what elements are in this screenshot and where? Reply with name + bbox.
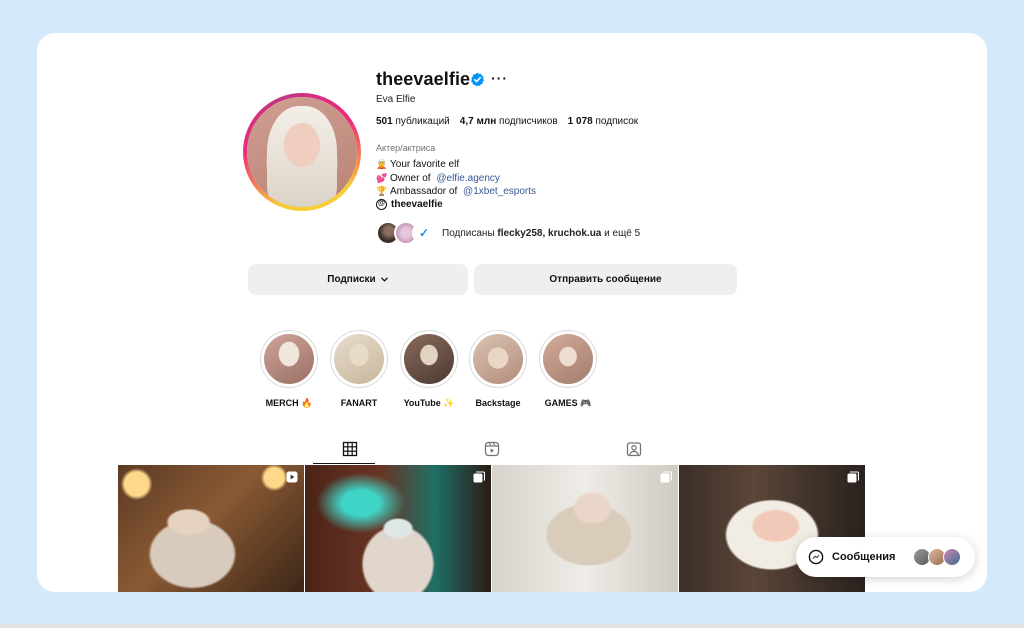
carousel-icon: [847, 471, 859, 483]
post-thumbnail[interactable]: [305, 465, 491, 592]
reel-icon: [286, 471, 298, 483]
tagged-icon[interactable]: [626, 441, 642, 457]
highlight-cover: [334, 334, 384, 384]
profile-stats: 501 публикаций 4,7 млн подписчиков 1 078…: [376, 116, 638, 127]
trophy-icon: 🏆: [376, 186, 388, 196]
highlight-games[interactable]: GAMES 🎮: [538, 330, 598, 409]
carousel-icon: [660, 471, 672, 483]
chat-avatar: [943, 548, 961, 566]
followed-by[interactable]: ✓ Подписаны flecky258, kruchok.ua и ещё …: [376, 221, 640, 245]
threads-link[interactable]: @ theevaelfie: [376, 199, 443, 210]
verified-badge-icon: [471, 72, 485, 87]
active-tab-indicator: [313, 463, 375, 464]
profile-username: theevaelfie: [376, 69, 471, 89]
highlight-backstage[interactable]: Backstage: [468, 330, 528, 408]
bottom-border: [0, 624, 1024, 628]
highlight-cover: [404, 334, 454, 384]
followers-count[interactable]: 4,7 млн подписчиков: [460, 116, 558, 127]
highlight-youtube[interactable]: YouTube ✨: [399, 330, 459, 409]
threads-icon: @: [376, 199, 387, 210]
bio-link-elfie-agency[interactable]: @elfie.agency: [436, 172, 500, 186]
following-button[interactable]: Подписки: [248, 264, 468, 295]
highlight-cover: [473, 334, 523, 384]
profile-category: Актер/актриса: [376, 143, 436, 153]
profile-bio: 🧝 Your favorite elf 💕 Owner of @elfie.ag…: [376, 158, 536, 199]
highlight-cover: [543, 334, 593, 384]
bio-line: 🏆 Ambassador of @1xbet_esports: [376, 185, 537, 199]
send-message-button[interactable]: Отправить сообщение: [474, 264, 737, 295]
avatar-photo: [247, 97, 357, 207]
hearts-icon: 💕: [376, 172, 388, 183]
following-count[interactable]: 1 078 подписок: [568, 116, 638, 127]
messenger-icon: [808, 549, 824, 565]
messages-button[interactable]: Сообщения: [796, 537, 975, 577]
profile-avatar[interactable]: [243, 93, 361, 211]
bio-line: 🧝 Your favorite elf: [376, 159, 460, 170]
chevron-down-icon: [380, 277, 388, 282]
bio-line: 💕 Owner of @elfie.agency: [376, 172, 500, 186]
highlight-cover: [264, 334, 314, 384]
reels-icon[interactable]: [484, 441, 500, 457]
post-thumbnail[interactable]: [118, 465, 304, 592]
carousel-icon: [473, 471, 485, 483]
profile-card: theevaelfie ··· Eva Elfie 501 публикаций…: [37, 33, 987, 592]
elf-icon: 🧝: [376, 159, 388, 169]
profile-full-name: Eva Elfie: [376, 94, 416, 105]
more-options-icon[interactable]: ···: [491, 70, 508, 86]
highlight-fanart[interactable]: FANART: [329, 330, 389, 408]
highlight-merch[interactable]: MERCH 🔥: [259, 330, 319, 409]
bio-link-1xbet-esports[interactable]: @1xbet_esports: [463, 185, 536, 199]
post-thumbnail[interactable]: [492, 465, 678, 592]
posts-count: 501 публикаций: [376, 116, 450, 127]
follower-avatar: ✓: [412, 221, 436, 245]
grid-icon[interactable]: [342, 441, 358, 457]
